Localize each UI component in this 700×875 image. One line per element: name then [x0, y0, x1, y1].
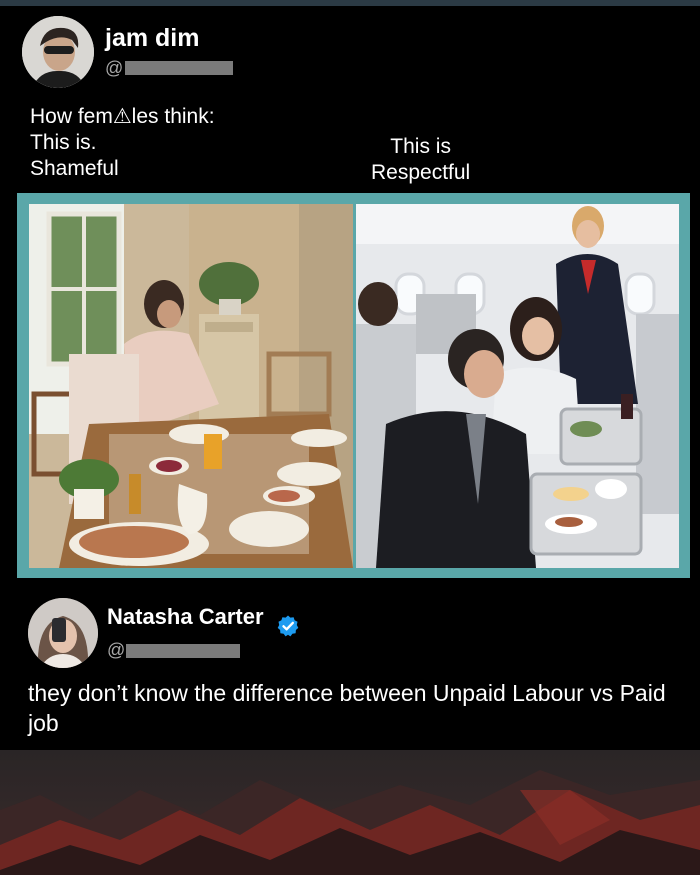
author-name[interactable]: jam dim: [105, 24, 199, 53]
verified-badge-icon: [277, 615, 299, 637]
avatar-image: [28, 598, 98, 668]
reply-author-name[interactable]: Natasha Carter: [107, 604, 264, 630]
reply-text: they don’t know the difference between U…: [28, 680, 666, 736]
avatar[interactable]: [28, 598, 98, 668]
post-text-line: How fem⚠les think:: [30, 105, 215, 128]
avatar-image: [22, 16, 94, 88]
post-text-line: Shameful: [30, 157, 119, 180]
home-dining-photo: [29, 204, 353, 568]
handle-redaction: [125, 61, 233, 75]
post-text-line: This is: [390, 135, 451, 158]
post-text-right: This is Respectful: [371, 134, 470, 186]
post-image[interactable]: [17, 193, 690, 578]
mountain-background: [0, 750, 700, 875]
author-handle[interactable]: @: [105, 58, 123, 79]
avatar[interactable]: [22, 16, 94, 88]
handle-redaction: [126, 644, 240, 658]
post-text-line: Respectful: [371, 161, 471, 184]
post-text-line: This is.: [30, 131, 97, 154]
post-text-left: How fem⚠les think: This is. Shameful: [30, 104, 215, 182]
airplane-service-photo: [356, 204, 679, 568]
reply-author-handle[interactable]: @: [107, 640, 125, 661]
